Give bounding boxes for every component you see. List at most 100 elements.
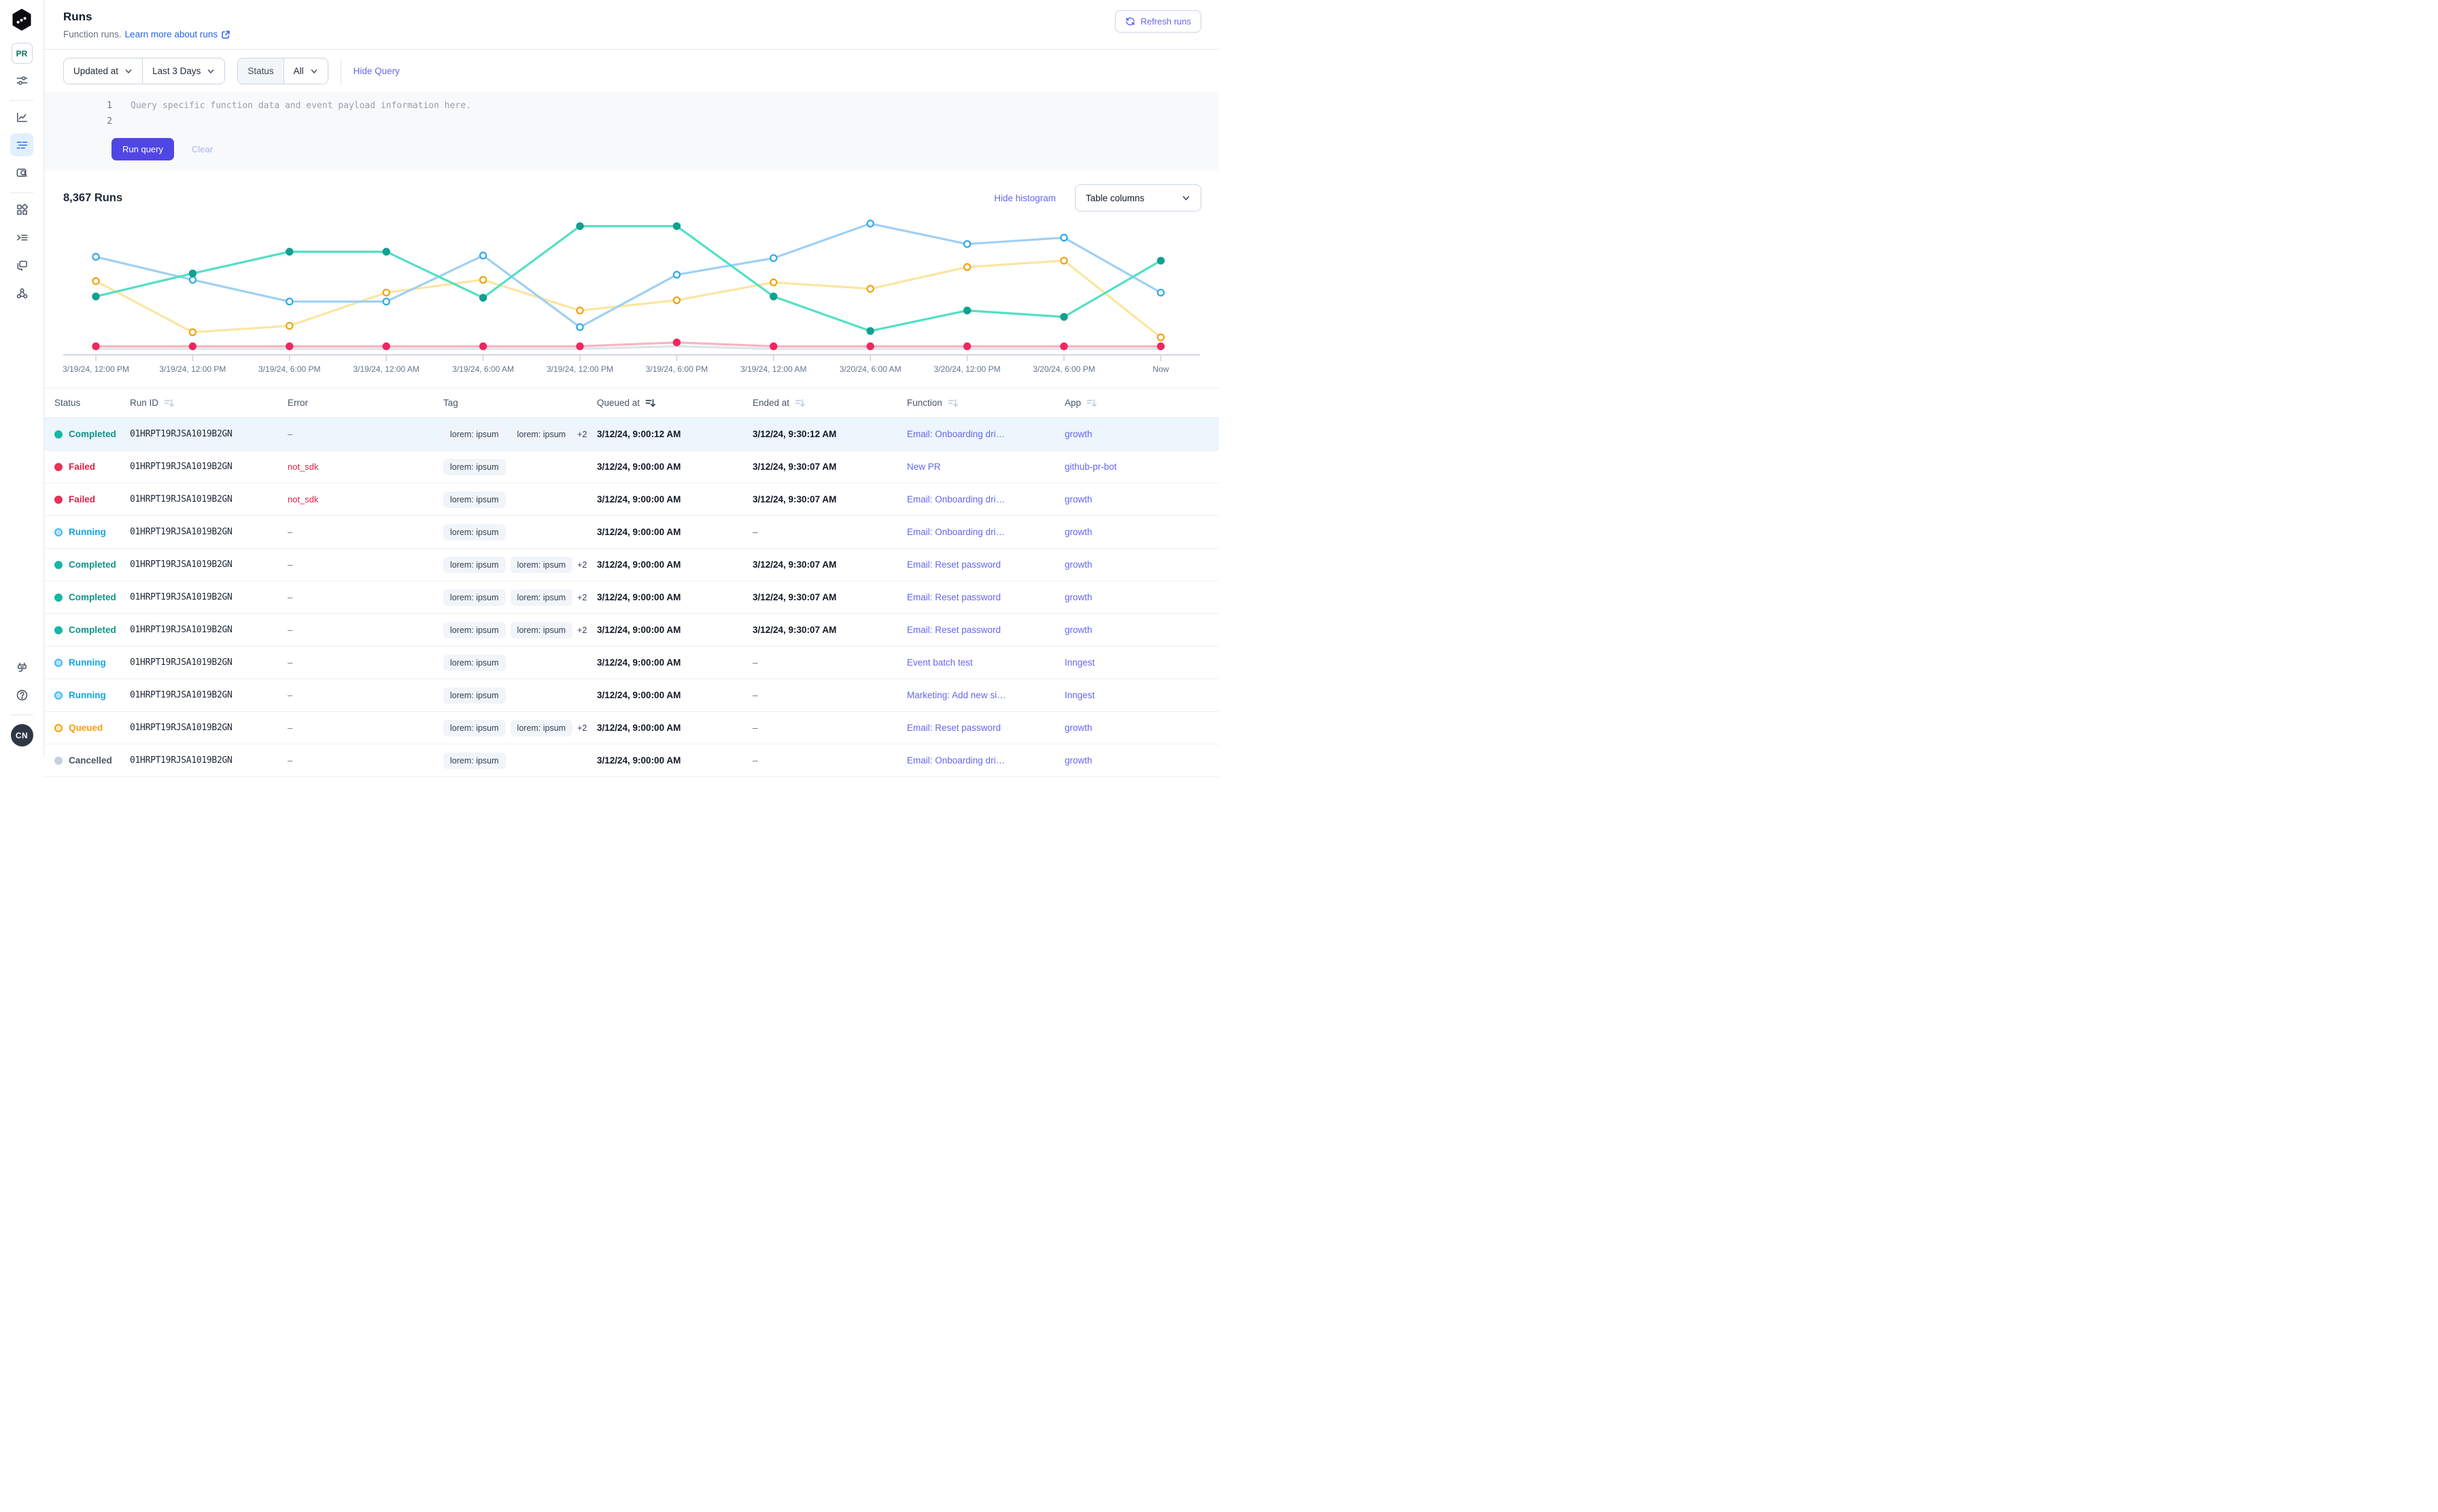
data-point-queued[interactable] <box>286 323 292 329</box>
data-point-queued[interactable] <box>868 286 874 292</box>
function-link[interactable]: Event batch test <box>907 657 1065 668</box>
data-point-completed[interactable] <box>480 294 486 300</box>
data-point-queued[interactable] <box>770 279 776 286</box>
data-point-running[interactable] <box>1158 290 1164 296</box>
data-point-running[interactable] <box>480 252 486 258</box>
data-point-completed[interactable] <box>770 293 776 299</box>
table-row[interactable]: Completed 01HRPT19RJSA1019B2GN – lorem: … <box>44 549 1219 581</box>
sidebar-item-help[interactable] <box>10 683 33 706</box>
function-link[interactable]: Email: Onboarding dri… <box>907 429 1065 439</box>
data-point-failed[interactable] <box>383 343 390 349</box>
status-filter-dropdown[interactable]: All <box>284 58 328 84</box>
function-link[interactable]: Marketing: Add new si… <box>907 690 1065 700</box>
hide-histogram-link[interactable]: Hide histogram <box>994 193 1056 203</box>
data-point-queued[interactable] <box>480 277 486 283</box>
table-row[interactable]: Running 01HRPT19RJSA1019B2GN – lorem: ip… <box>44 679 1219 712</box>
data-point-completed[interactable] <box>1061 314 1067 320</box>
data-point-completed[interactable] <box>383 249 390 255</box>
sort-icon[interactable] <box>164 398 174 408</box>
data-point-failed[interactable] <box>480 343 486 349</box>
sort-icon[interactable] <box>795 398 805 408</box>
data-point-completed[interactable] <box>1158 258 1164 264</box>
data-point-failed[interactable] <box>1158 343 1164 349</box>
app-link[interactable]: Inngest <box>1065 690 1201 700</box>
function-link[interactable]: Email: Onboarding dri… <box>907 494 1065 504</box>
data-point-failed[interactable] <box>964 343 970 349</box>
app-link[interactable]: growth <box>1065 527 1201 537</box>
query-line[interactable]: 2 <box>44 114 1219 129</box>
table-row[interactable]: Completed 01HRPT19RJSA1019B2GN – lorem: … <box>44 614 1219 647</box>
app-link[interactable]: growth <box>1065 429 1201 439</box>
sort-icon[interactable] <box>1086 398 1097 408</box>
data-point-queued[interactable] <box>92 278 99 284</box>
data-point-queued[interactable] <box>1061 258 1067 264</box>
data-point-running[interactable] <box>674 271 680 277</box>
function-link[interactable]: Email: Onboarding dri… <box>907 755 1065 766</box>
sort-field-dropdown[interactable]: Updated at <box>64 58 142 84</box>
column-header-function[interactable]: Function <box>907 398 1065 408</box>
sidebar-item-events[interactable] <box>10 254 33 277</box>
app-link[interactable]: growth <box>1065 560 1201 570</box>
data-point-failed[interactable] <box>190 343 196 349</box>
query-line[interactable]: 1Query specific function data and event … <box>44 98 1219 114</box>
data-point-running[interactable] <box>1061 235 1067 241</box>
table-row[interactable]: Cancelled 01HRPT19RJSA1019B2GN – lorem: … <box>44 744 1219 777</box>
query-editor[interactable]: 1Query specific function data and event … <box>44 92 1219 171</box>
app-link[interactable]: growth <box>1065 625 1201 635</box>
sidebar-item-apps[interactable] <box>10 198 33 221</box>
data-point-completed[interactable] <box>286 249 292 255</box>
function-link[interactable]: Email: Reset password <box>907 723 1065 733</box>
data-point-running[interactable] <box>868 220 874 226</box>
function-link[interactable]: Email: Reset password <box>907 625 1065 635</box>
sidebar-item-runs[interactable] <box>10 133 33 156</box>
function-link[interactable]: Email: Reset password <box>907 592 1065 602</box>
sidebar-item-sliders[interactable] <box>10 69 33 92</box>
sidebar-item-metrics[interactable] <box>10 105 33 128</box>
sidebar-item-dev-server[interactable] <box>10 655 33 678</box>
learn-more-link[interactable]: Learn more about runs <box>125 29 231 39</box>
data-point-queued[interactable] <box>190 329 196 335</box>
data-point-completed[interactable] <box>674 223 680 229</box>
workspace-badge[interactable]: PR <box>12 43 33 64</box>
table-row[interactable]: Queued 01HRPT19RJSA1019B2GN – lorem: ips… <box>44 712 1219 744</box>
app-link[interactable]: growth <box>1065 592 1201 602</box>
time-range-dropdown[interactable]: Last 3 Days <box>142 58 224 84</box>
sort-icon[interactable] <box>948 398 958 408</box>
column-header-ended-at[interactable]: Ended at <box>753 398 907 408</box>
data-point-failed[interactable] <box>92 343 99 349</box>
data-point-running[interactable] <box>577 324 583 330</box>
data-point-failed[interactable] <box>577 343 583 349</box>
data-point-running[interactable] <box>383 298 390 305</box>
table-row[interactable]: Failed 01HRPT19RJSA1019B2GN not_sdk lore… <box>44 451 1219 483</box>
data-point-failed[interactable] <box>1061 343 1067 349</box>
data-point-running[interactable] <box>964 241 970 247</box>
table-columns-dropdown[interactable]: Table columns <box>1075 184 1201 211</box>
data-point-queued[interactable] <box>964 264 970 270</box>
table-row[interactable]: Failed 01HRPT19RJSA1019B2GN not_sdk lore… <box>44 483 1219 516</box>
data-point-failed[interactable] <box>770 343 776 349</box>
table-row[interactable]: Running 01HRPT19RJSA1019B2GN – lorem: ip… <box>44 647 1219 679</box>
data-point-queued[interactable] <box>383 290 390 296</box>
table-row[interactable]: Running 01HRPT19RJSA1019B2GN – lorem: ip… <box>44 516 1219 549</box>
data-point-completed[interactable] <box>577 223 583 229</box>
data-point-completed[interactable] <box>964 307 970 313</box>
data-point-completed[interactable] <box>868 328 874 334</box>
data-point-running[interactable] <box>286 298 292 305</box>
hide-query-link[interactable]: Hide Query <box>354 66 400 76</box>
function-link[interactable]: New PR <box>907 462 1065 472</box>
app-link[interactable]: growth <box>1065 755 1201 766</box>
run-query-button[interactable]: Run query <box>111 138 174 160</box>
sidebar-item-webhook[interactable] <box>10 281 33 305</box>
refresh-runs-button[interactable]: Refresh runs <box>1115 10 1201 33</box>
data-point-queued[interactable] <box>577 307 583 313</box>
clear-query-button[interactable]: Clear <box>192 144 213 154</box>
app-link[interactable]: growth <box>1065 723 1201 733</box>
data-point-running[interactable] <box>770 255 776 261</box>
sidebar-item-functions[interactable] <box>10 226 33 249</box>
function-link[interactable]: Email: Reset password <box>907 560 1065 570</box>
user-avatar[interactable]: CN <box>11 724 33 746</box>
app-link[interactable]: github-pr-bot <box>1065 462 1201 472</box>
app-link[interactable]: growth <box>1065 494 1201 504</box>
data-point-failed[interactable] <box>286 343 292 349</box>
data-point-failed[interactable] <box>674 339 680 345</box>
